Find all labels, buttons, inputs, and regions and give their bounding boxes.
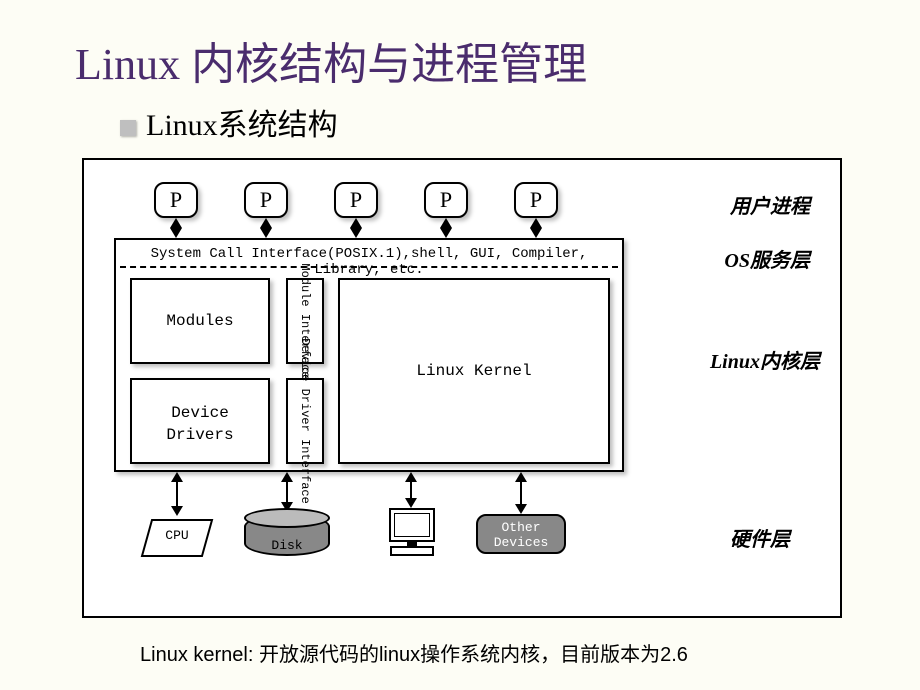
linux-kernel-box: Linux Kernel [338,278,610,464]
slide-title: Linux 内核结构与进程管理 [0,0,920,92]
arrow-icon [265,220,267,236]
arrow-icon [355,220,357,236]
layer-label-os: OS服务层 [724,244,810,273]
architecture-diagram: 用户进程 OS服务层 Linux内核层 硬件层 P P P P P System… [82,158,842,618]
other-devices-box: Other Devices [476,514,566,554]
ddi-line1: Device [298,338,312,381]
process-box: P [424,182,468,218]
drivers-line1: Device [171,404,229,422]
other-line2: Devices [494,535,549,550]
disk-label: Disk [244,538,330,553]
device-driver-interface-box: Device Driver Interface [286,378,324,464]
ddi-line3: Interface [298,439,312,504]
process-box: P [334,182,378,218]
dashed-divider [120,266,618,268]
layer-label-user: 用户进程 [730,190,810,219]
arrow-icon [410,474,412,506]
arrow-icon [445,220,447,236]
process-box: P [244,182,288,218]
arrow-icon [520,474,522,512]
arrow-icon [286,474,288,510]
arrow-icon [175,220,177,236]
footer-note: Linux kernel: 开放源代码的linux操作系统内核，目前版本为2.6 [140,638,688,667]
mi-line1: Module [298,263,312,306]
other-line1: Other [501,520,540,535]
layer-label-hardware: 硬件层 [730,523,790,552]
syscall-interface-label: System Call Interface(POSIX.1),shell, GU… [116,246,622,278]
layer-label-kernel: Linux内核层 [710,345,820,374]
arrow-icon [176,474,178,514]
os-service-container: System Call Interface(POSIX.1),shell, GU… [114,238,624,472]
device-drivers-box: Device Drivers [130,378,270,464]
ddi-line2: Driver [298,389,312,432]
process-box: P [154,182,198,218]
cpu-label: CPU [140,528,214,543]
monitor-icon [382,508,442,556]
bullet-icon [120,120,136,136]
drivers-line2: Drivers [166,426,233,444]
modules-box: Modules [130,278,270,364]
subtitle-text: Linux系统结构 [146,109,338,142]
slide-subtitle: Linux系统结构 [0,92,920,144]
process-box: P [514,182,558,218]
arrow-icon [535,220,537,236]
